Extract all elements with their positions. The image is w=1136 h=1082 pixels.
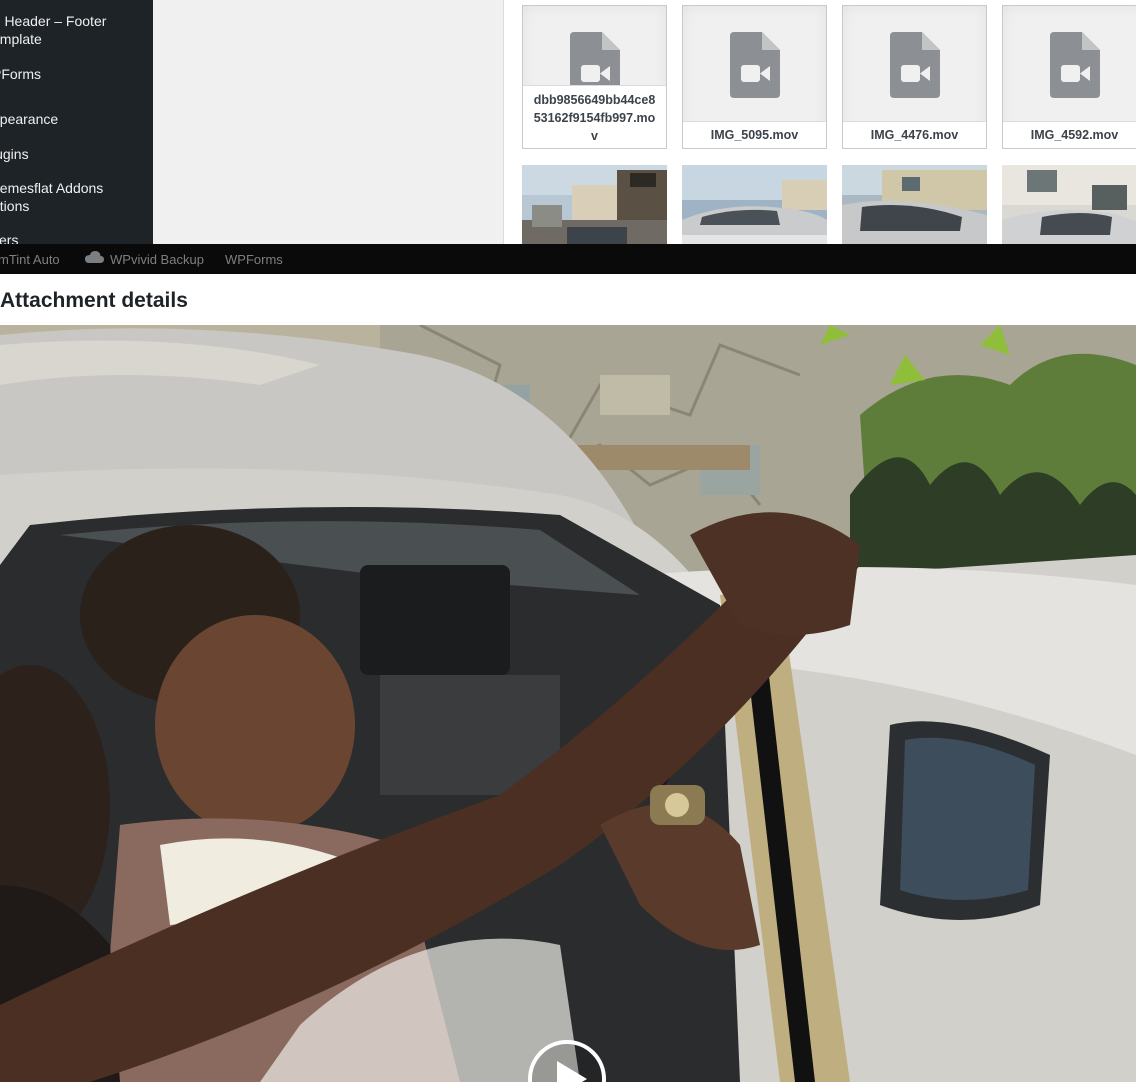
adminbar-item-mtint-auto[interactable]: mTint Auto xyxy=(0,252,60,268)
media-tile-file-3[interactable]: IMG_4476.mov xyxy=(842,5,987,149)
video-file-icon xyxy=(1050,32,1100,98)
media-filename: IMG_4592.mov xyxy=(1003,121,1136,148)
modal-title: Attachment details xyxy=(0,289,188,312)
adminbar-item-wpvivid-backup[interactable]: WPvivid Backup xyxy=(110,252,204,268)
media-tile-file-4[interactable]: IMG_4592.mov xyxy=(1002,5,1136,149)
media-filename: dbb9856649bb44ce853162f9154fb997.mov xyxy=(523,85,666,148)
sidebar-item-plugins[interactable]: lugins xyxy=(0,145,152,163)
cloud-icon xyxy=(85,251,104,263)
media-filename: IMG_4476.mov xyxy=(843,121,986,148)
media-filename: IMG_5095.mov xyxy=(683,121,826,148)
media-tile-file-1[interactable]: dbb9856649bb44ce853162f9154fb997.mov xyxy=(522,5,667,149)
media-library-background: F Header – Footer emplate PForms ppearan… xyxy=(0,0,1136,244)
left-panel xyxy=(153,0,503,244)
adminbar-item-wpforms[interactable]: WPForms xyxy=(225,252,283,268)
admin-sidebar: F Header – Footer emplate PForms ppearan… xyxy=(0,0,153,244)
media-thumbnail-car[interactable] xyxy=(682,165,827,244)
sidebar-item-header-footer[interactable]: F Header – Footer emplate xyxy=(0,12,152,48)
media-grid: dbb9856649bb44ce853162f9154fb997.mov IMG… xyxy=(504,0,1136,244)
admin-bar: mTint Auto WPvivid Backup WPForms xyxy=(0,244,1136,274)
play-icon[interactable] xyxy=(527,1039,607,1082)
attachment-details-modal: Attachment details xyxy=(0,274,1136,1082)
video-player[interactable] xyxy=(0,325,1136,1082)
video-file-icon xyxy=(730,32,780,98)
sidebar-item-wpforms[interactable]: PForms xyxy=(0,65,152,83)
video-file-icon xyxy=(890,32,940,98)
media-thumbnail-building[interactable] xyxy=(1002,165,1136,244)
media-tile-file-2[interactable]: IMG_5095.mov xyxy=(682,5,827,149)
sidebar-item-themesflat-addons[interactable]: hemesflat Addons ptions xyxy=(0,179,152,215)
media-thumbnail-street[interactable] xyxy=(522,165,667,244)
video-frame xyxy=(0,325,1136,1082)
sidebar-item-appearance[interactable]: ppearance xyxy=(0,110,152,128)
media-thumbnail-car-side[interactable] xyxy=(842,165,987,244)
sidebar-item-users[interactable]: sers xyxy=(0,231,152,244)
